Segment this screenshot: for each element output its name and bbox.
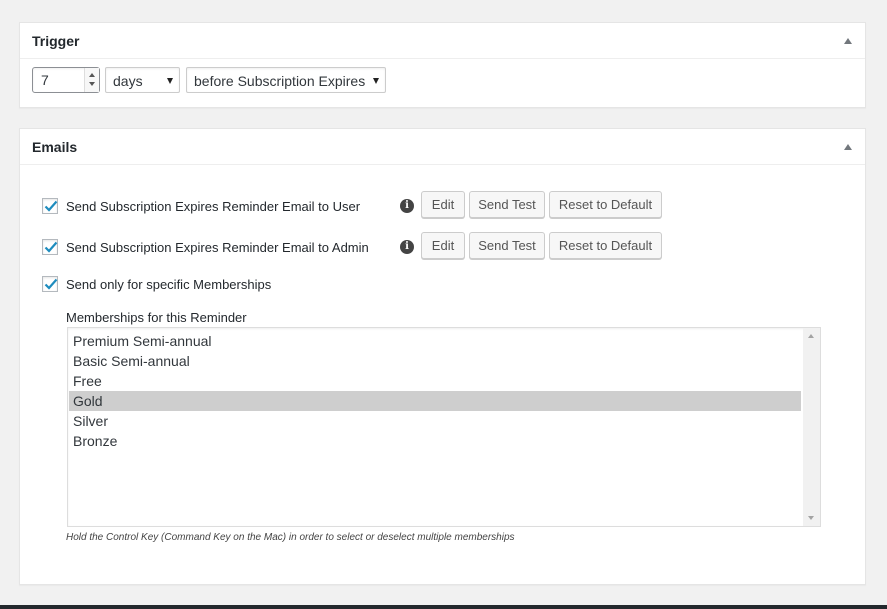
collapse-arrow-icon[interactable] [844, 144, 852, 150]
emails-panel: Emails Send Subscription Expires Reminde… [19, 128, 866, 585]
specific-memberships-label: Send only for specific Memberships [66, 277, 272, 292]
bottom-bar [0, 605, 887, 609]
trigger-number-value: 7 [41, 72, 49, 88]
scroll-down-icon[interactable] [808, 516, 814, 520]
when-select[interactable]: before Subscription Expires [186, 67, 386, 93]
unit-select[interactable]: days [105, 67, 180, 93]
user-email-checkbox[interactable] [42, 198, 58, 214]
specific-memberships-row: Send only for specific Memberships [42, 274, 442, 294]
dropdown-arrow-icon [167, 78, 173, 84]
checkmark-icon [44, 241, 58, 253]
specific-memberships-checkbox[interactable] [42, 276, 58, 292]
collapse-arrow-icon[interactable] [844, 38, 852, 44]
memberships-list-label: Memberships for this Reminder [66, 310, 247, 325]
membership-option[interactable]: Premium Semi-annual [69, 331, 801, 351]
reset-to-default-button[interactable]: Reset to Default [549, 232, 662, 259]
emails-panel-header[interactable]: Emails [20, 129, 865, 165]
edit-button[interactable]: Edit [421, 232, 465, 259]
trigger-panel: Trigger 7 days before Subscription Expir… [19, 22, 866, 108]
reset-to-default-button[interactable]: Reset to Default [549, 191, 662, 218]
membership-option[interactable]: Bronze [69, 431, 801, 451]
spin-down-icon[interactable] [89, 82, 95, 86]
edit-button[interactable]: Edit [421, 191, 465, 218]
memberships-options: Premium Semi-annual Basic Semi-annual Free… [69, 331, 801, 451]
memberships-hint: Hold the Control Key (Command Key on the… [66, 532, 515, 543]
emails-title: Emails [32, 139, 78, 155]
unit-select-value: days [113, 73, 143, 89]
info-icon[interactable]: i [400, 199, 414, 213]
trigger-panel-header[interactable]: Trigger [20, 23, 865, 59]
membership-option[interactable]: Silver [69, 411, 801, 431]
admin-email-checkbox[interactable] [42, 239, 58, 255]
send-test-button[interactable]: Send Test [469, 191, 545, 218]
listbox-scrollbar[interactable] [803, 328, 820, 526]
checkmark-icon [44, 278, 58, 290]
info-icon[interactable]: i [400, 240, 414, 254]
membership-option[interactable]: Free [69, 371, 801, 391]
email-row-user: Send Subscription Expires Reminder Email… [42, 191, 842, 218]
trigger-number-input[interactable]: 7 [32, 67, 100, 93]
send-test-button[interactable]: Send Test [469, 232, 545, 259]
membership-option[interactable]: Gold [69, 391, 801, 411]
user-email-label: Send Subscription Expires Reminder Email… [66, 199, 361, 214]
when-select-value: before Subscription Expires [194, 73, 366, 89]
membership-option[interactable]: Basic Semi-annual [69, 351, 801, 371]
email-row-admin: Send Subscription Expires Reminder Email… [42, 232, 842, 259]
scroll-up-icon[interactable] [808, 334, 814, 338]
checkmark-icon [44, 200, 58, 212]
admin-email-label: Send Subscription Expires Reminder Email… [66, 240, 369, 255]
trigger-title: Trigger [32, 33, 80, 49]
dropdown-arrow-icon [373, 78, 379, 84]
memberships-listbox[interactable]: Premium Semi-annual Basic Semi-annual Free… [67, 327, 821, 527]
number-spinner[interactable] [84, 68, 99, 92]
spin-up-icon[interactable] [89, 73, 95, 77]
